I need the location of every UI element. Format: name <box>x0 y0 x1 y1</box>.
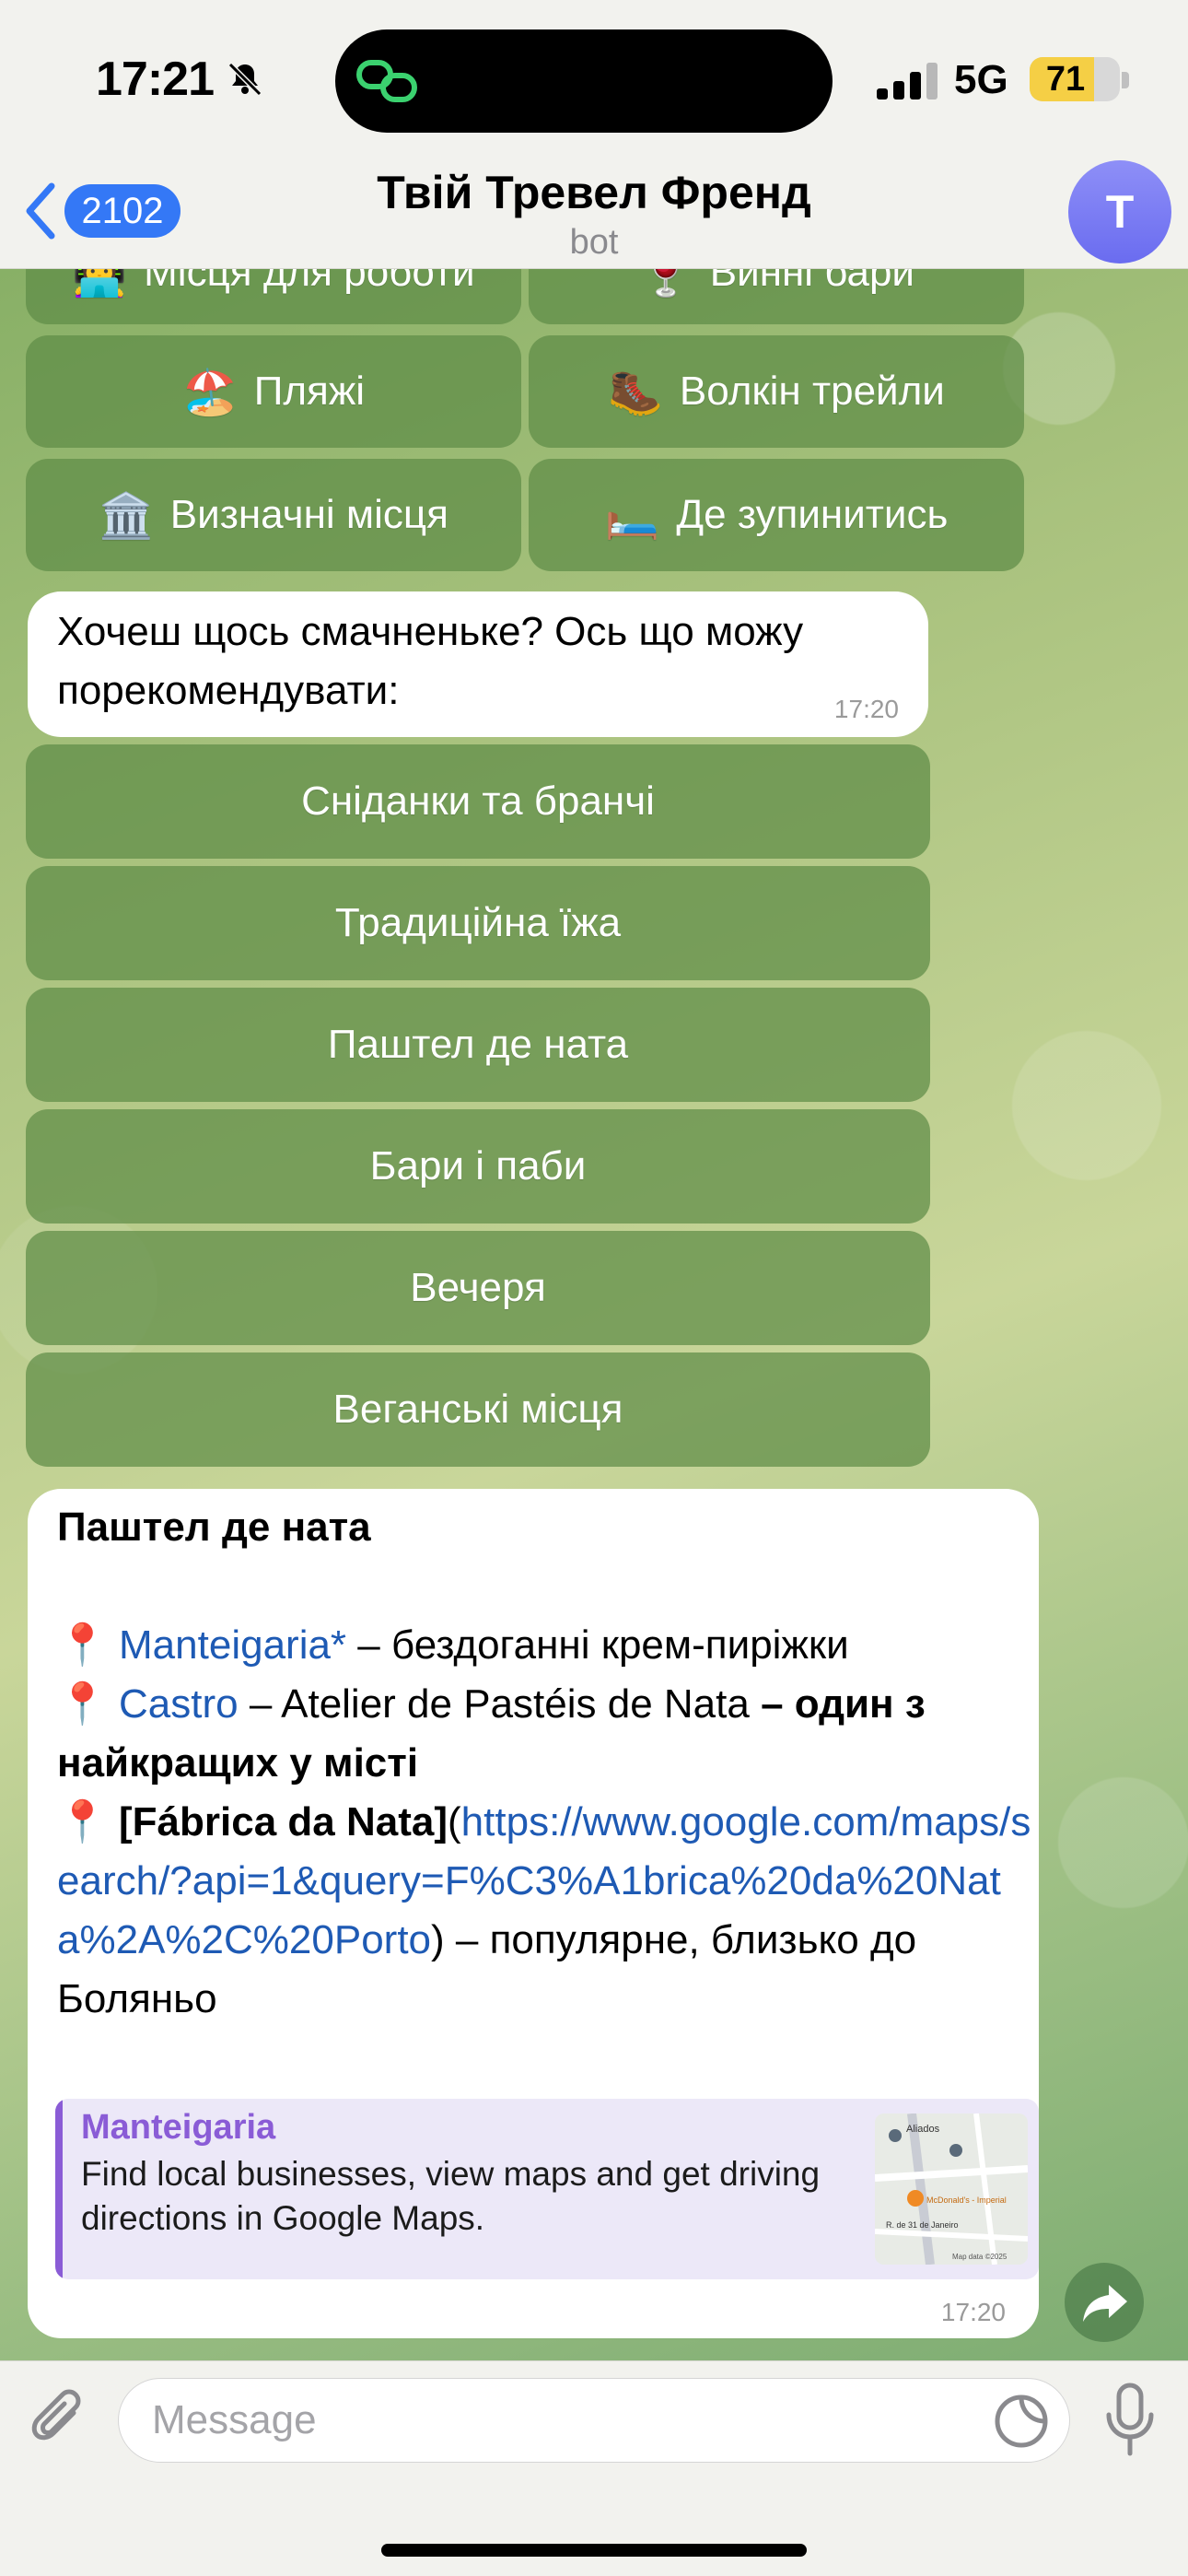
kb-button-walking-trails[interactable]: 🥾 Волкін трейли <box>529 335 1024 448</box>
signal-icon <box>877 63 938 100</box>
pin-icon: 📍 <box>57 1622 108 1668</box>
chat-title[interactable]: Твій Тревел Френд <box>0 166 1188 219</box>
map-label: Aliados <box>906 2124 940 2135</box>
kb-button-label: Веганські місця <box>332 1387 623 1432</box>
map-label: McDonald's - Imperial <box>926 2195 1007 2205</box>
message-list[interactable]: 👩‍💻 Місця для роботи 🍷 Винні бари 🏖️ Пля… <box>0 269 1188 2360</box>
kb-button-label: Винні бари <box>709 269 914 295</box>
wine-glass-icon: 🍷 <box>638 269 693 299</box>
place-link-manteigaria[interactable]: Manteigaria* <box>119 1622 346 1668</box>
kb-button-label: Вечеря <box>410 1265 546 1310</box>
post-title: Паштел де ната <box>57 1505 371 1550</box>
forward-button[interactable] <box>1065 2263 1144 2342</box>
place-line-manteigaria: 📍 Manteigaria* – бездоганні крем-пиріжки <box>57 1616 1033 1675</box>
kb-button-traditional-food[interactable]: Традиційна їжа <box>26 866 930 980</box>
forward-icon <box>1083 2285 1127 2322</box>
map-label: R. de 31 de Janeiro <box>886 2220 959 2230</box>
kb-button-label: Паштел де ната <box>327 1022 629 1067</box>
kb-button-label: Традиційна їжа <box>334 900 622 945</box>
laptop-icon: 👩‍💻 <box>72 269 128 299</box>
preview-description: Find local businesses, view maps and get… <box>81 2155 821 2237</box>
map-label: Map data ©2025 <box>952 2253 1007 2261</box>
microphone-icon[interactable] <box>1098 2382 1162 2459</box>
kb-button-landmarks[interactable]: 🏛️ Визначні місця <box>26 459 521 571</box>
kb-button-label: Пляжі <box>253 369 366 414</box>
pin-icon: 📍 <box>57 1799 108 1844</box>
chat-subtitle: bot <box>569 223 619 262</box>
bed-icon: 🛏️ <box>604 491 660 541</box>
kb-button-work-places[interactable]: 👩‍💻 Місця для роботи <box>26 269 521 324</box>
link-preview[interactable]: Manteigaria Find local businesses, view … <box>55 2099 1039 2279</box>
place-link-castro[interactable]: Castro <box>119 1681 239 1727</box>
place-desc: – Atelier de Pastéis de Nata <box>238 1681 762 1727</box>
place-line-fabrica: 📍 [Fábrica da Nata](https://www.google.c… <box>57 1793 1033 2029</box>
kb-button-label: Сніданки та бранчі <box>301 779 655 824</box>
kb-button-beaches[interactable]: 🏖️ Пляжі <box>26 335 521 448</box>
message-time: 17:20 <box>833 695 899 723</box>
message-bubble-food[interactable]: Хочеш щось смачненьке? Ось що можу порек… <box>28 591 928 737</box>
message-bubble-pastel[interactable]: Паштел де ната 📍 Manteigaria* – бездоган… <box>28 1489 1039 2338</box>
kb-button-label: Де зупинитись <box>676 492 949 537</box>
place-name-fabrica: [Fábrica da Nata] <box>119 1799 448 1844</box>
status-time: 17:21 <box>96 53 215 106</box>
message-text: Хочеш щось смачненьке? Ось що можу порек… <box>57 609 804 713</box>
kb-button-pastel-de-nata[interactable]: Паштел де ната <box>26 988 930 1102</box>
kb-button-bars-pubs[interactable]: Бари і паби <box>26 1109 930 1224</box>
bell-slash-icon <box>227 62 262 97</box>
beach-icon: 🏖️ <box>181 368 238 417</box>
home-indicator <box>381 2544 807 2557</box>
kb-button-breakfast[interactable]: Сніданки та бранчі <box>26 744 930 859</box>
network-label: 5G <box>954 57 1008 102</box>
kb-button-label: Визначні місця <box>169 492 448 537</box>
kb-button-where-to-stay[interactable]: 🛏️ Де зупинитись <box>529 459 1024 571</box>
kb-button-label: Волкін трейли <box>679 369 945 414</box>
classical-building-icon: 🏛️ <box>99 491 154 541</box>
place-desc: – бездоганні крем-пиріжки <box>346 1622 849 1668</box>
place-line-castro: 📍 Castro – Atelier de Pastéis de Nata – … <box>57 1675 1033 1793</box>
battery-tip <box>1122 72 1129 88</box>
battery-icon: 71 <box>1030 57 1120 101</box>
battery-percent: 71 <box>1045 60 1086 99</box>
sticker-icon[interactable] <box>993 2393 1050 2450</box>
paperclip-icon[interactable] <box>24 2385 94 2455</box>
map-icon: Aliados McDonald's - Imperial R. de 31 d… <box>875 2113 1028 2265</box>
pin-icon: 📍 <box>57 1681 108 1727</box>
avatar[interactable]: T <box>1068 160 1171 263</box>
hiking-boot-icon: 🥾 <box>608 368 663 417</box>
preview-map-thumbnail: Aliados McDonald's - Imperial R. de 31 d… <box>875 2113 1028 2265</box>
link-app-icon <box>356 60 417 102</box>
kb-button-label: Бари і паби <box>369 1143 587 1188</box>
kb-button-wine-bars[interactable]: 🍷 Винні бари <box>529 269 1024 324</box>
message-input[interactable] <box>118 2378 1070 2463</box>
message-body: Паштел де ната 📍 Manteigaria* – бездоган… <box>57 1498 1033 2029</box>
preview-site-name: Manteigaria <box>81 2108 276 2147</box>
status-bar: 17:21 5G 71 <box>0 0 1188 157</box>
kb-button-label: Місця для роботи <box>144 269 475 295</box>
composer-bar <box>0 2360 1188 2576</box>
kb-button-dinner[interactable]: Вечеря <box>26 1231 930 1345</box>
message-time: 17:20 <box>940 2298 1006 2326</box>
paren-open: ( <box>448 1799 461 1844</box>
chat-header: 2102 Твій Тревел Френд bot T <box>0 157 1188 269</box>
kb-button-vegan[interactable]: Веганські місця <box>26 1352 930 1467</box>
preview-accent-bar <box>55 2099 63 2279</box>
